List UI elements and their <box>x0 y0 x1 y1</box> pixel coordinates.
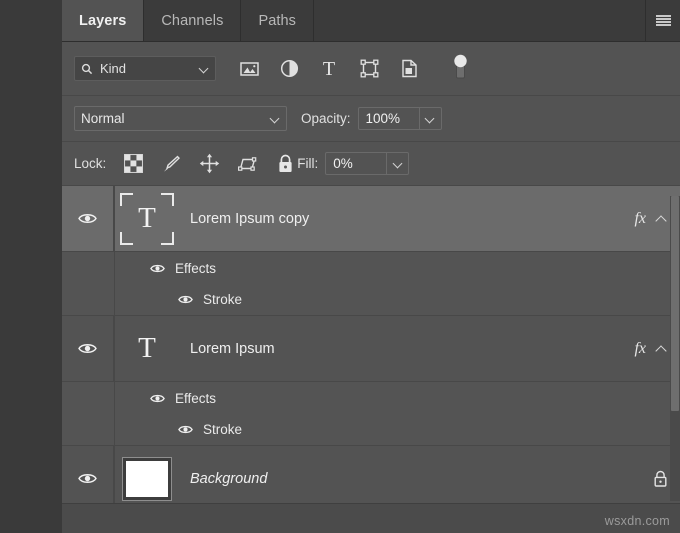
tab-layers[interactable]: Layers <box>62 0 144 41</box>
lock-icon-group <box>121 152 297 176</box>
chevron-up-icon[interactable] <box>656 213 668 225</box>
layer-effects-fx-icon[interactable]: fx <box>634 340 646 358</box>
lock-label: Lock: <box>74 156 106 171</box>
layer-name[interactable]: Lorem Ipsum copy <box>180 211 634 227</box>
blend-mode-row: Normal Opacity: 100% <box>62 96 680 142</box>
layer-name[interactable]: Lorem Ipsum <box>180 341 634 357</box>
opacity-value: 100% <box>359 108 419 129</box>
filter-type-icon-group: T <box>238 53 469 85</box>
watermark: wsxdn.com <box>605 514 670 528</box>
type-layer-filter-icon[interactable]: T <box>318 57 340 81</box>
list-item[interactable]: Stroke <box>62 284 680 316</box>
eye-icon <box>150 263 165 274</box>
effect-label: Stroke <box>203 422 242 437</box>
lock-image-pixels-brush-icon[interactable] <box>159 152 183 176</box>
layer-locked-padlock-icon[interactable] <box>652 470 668 488</box>
panel-tab-bar: Layers Channels Paths <box>62 0 680 42</box>
lock-row: Lock: <box>62 142 680 186</box>
effect-visibility-toggle[interactable] <box>176 294 194 305</box>
effects-visibility-toggle[interactable] <box>148 263 166 274</box>
effects-visibility-toggle[interactable] <box>148 393 166 404</box>
fill-value: 0% <box>326 153 386 174</box>
list-item[interactable]: Stroke <box>62 414 680 446</box>
white-image-thumbnail <box>123 458 171 500</box>
chevron-down-icon <box>270 114 280 124</box>
eye-icon <box>178 424 193 435</box>
layer-thumbnail-cell[interactable] <box>114 458 180 500</box>
layer-thumbnail-cell[interactable]: T <box>114 193 180 245</box>
pixel-layer-filter-icon[interactable] <box>238 57 260 81</box>
shape-layer-filter-icon[interactable] <box>358 57 380 81</box>
lock-artboard-nesting-icon[interactable] <box>235 152 259 176</box>
fill-stepper-button[interactable] <box>386 153 408 174</box>
effects-group-label: Effects <box>175 261 216 276</box>
effect-visibility-toggle[interactable] <box>176 424 194 435</box>
eye-icon <box>78 342 97 355</box>
filter-kind-value: Kind <box>100 61 199 76</box>
layer-visibility-toggle[interactable] <box>62 316 114 381</box>
type-layer-thumbnail: T <box>120 193 174 245</box>
opacity-field[interactable]: 100% <box>358 107 442 130</box>
layer-visibility-toggle[interactable] <box>62 446 114 511</box>
filter-kind-dropdown[interactable]: Kind <box>74 56 216 81</box>
layer-name[interactable]: Background <box>180 471 652 487</box>
filter-toggle-switch[interactable] <box>452 53 469 85</box>
opacity-label: Opacity: <box>301 111 351 126</box>
tab-channels-label: Channels <box>161 13 223 29</box>
layer-list-scrollbar[interactable] <box>670 196 680 501</box>
lock-transparent-pixels-icon[interactable] <box>121 152 145 176</box>
layer-filter-row: Kind <box>62 42 680 96</box>
panel-menu-button[interactable] <box>646 0 680 41</box>
tab-paths-label: Paths <box>258 13 296 29</box>
effects-group-label: Effects <box>175 391 216 406</box>
chevron-up-icon[interactable] <box>656 343 668 355</box>
search-icon <box>81 63 93 75</box>
chevron-down-icon <box>425 114 435 124</box>
table-row[interactable]: T Lorem Ipsum fx <box>62 316 680 382</box>
layer-list: T Lorem Ipsum copy fx Effects <box>62 186 680 512</box>
type-layer-t-glyph: T <box>138 334 156 363</box>
list-item[interactable]: Effects <box>62 252 680 284</box>
tab-layers-label: Layers <box>79 13 126 29</box>
smart-object-filter-icon[interactable] <box>398 57 420 81</box>
tab-channels[interactable]: Channels <box>144 0 241 41</box>
layer-effects-fx-icon[interactable]: fx <box>634 210 646 228</box>
type-layer-t-glyph: T <box>138 204 156 233</box>
eye-icon <box>178 294 193 305</box>
layer-list-scrollbar-thumb[interactable] <box>671 196 679 411</box>
hamburger-menu-icon <box>656 15 671 26</box>
tab-bar-filler <box>314 0 646 41</box>
chevron-down-icon <box>199 64 209 74</box>
list-item[interactable]: Effects <box>62 382 680 414</box>
layers-panel: Layers Channels Paths Kind <box>62 0 680 533</box>
blend-mode-dropdown[interactable]: Normal <box>74 106 287 131</box>
layer-list-gutter-divider <box>114 186 115 512</box>
panel-footer <box>62 503 680 533</box>
effect-label: Stroke <box>203 292 242 307</box>
layer-thumbnail-cell[interactable]: T <box>114 323 180 375</box>
fill-field[interactable]: 0% <box>325 152 409 175</box>
chevron-down-icon <box>393 159 403 169</box>
lock-position-move-icon[interactable] <box>197 152 221 176</box>
opacity-stepper-button[interactable] <box>419 108 441 129</box>
type-layer-thumbnail: T <box>120 323 174 375</box>
eye-icon <box>78 212 97 225</box>
adjustment-layer-filter-icon[interactable] <box>278 57 300 81</box>
photoshop-layers-panel-screenshot: Layers Channels Paths Kind <box>0 0 680 533</box>
eye-icon <box>150 393 165 404</box>
eye-icon <box>78 472 97 485</box>
fill-label: Fill: <box>297 156 318 171</box>
blend-mode-value: Normal <box>81 111 270 126</box>
layer-visibility-toggle[interactable] <box>62 186 114 251</box>
lock-all-padlock-icon[interactable] <box>273 152 297 176</box>
tab-paths[interactable]: Paths <box>241 0 314 41</box>
table-row[interactable]: T Lorem Ipsum copy fx <box>62 186 680 252</box>
